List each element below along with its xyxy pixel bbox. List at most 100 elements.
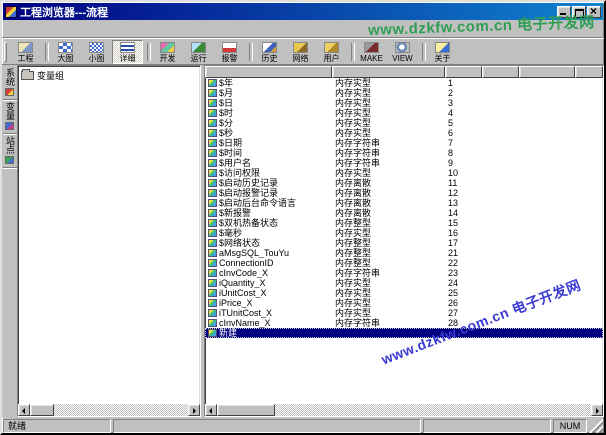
table-row[interactable]: $启动后台命令语言 内存离散 13 bbox=[205, 198, 603, 208]
scroll-right-icon[interactable] bbox=[188, 404, 200, 416]
sidebar-tab[interactable]: 变量 bbox=[3, 100, 17, 134]
toolbar-button[interactable]: 网络 bbox=[285, 40, 316, 64]
menu-item[interactable] bbox=[60, 29, 74, 31]
variable-icon bbox=[208, 109, 217, 117]
scrollbar-thumb[interactable] bbox=[217, 404, 275, 416]
menu-item[interactable] bbox=[18, 29, 32, 31]
resize-grip[interactable] bbox=[589, 419, 603, 433]
variable-type: 内存实型 bbox=[332, 298, 445, 308]
variable-icon bbox=[208, 179, 217, 187]
toolbar-button[interactable]: VIEW bbox=[387, 40, 418, 64]
table-row[interactable]: iQuantity_X 内存实型 24 bbox=[205, 278, 603, 288]
table-row[interactable]: $访问权限 内存实型 10 bbox=[205, 168, 603, 178]
table-row[interactable]: $启动历史记录 内存离散 11 bbox=[205, 178, 603, 188]
variable-name: iQuantity_X bbox=[219, 278, 266, 288]
variable-name: $毫秒 bbox=[219, 228, 242, 238]
table-row[interactable]: cInvName_X 内存字符串 28 bbox=[205, 318, 603, 328]
variable-id: 26 bbox=[445, 298, 482, 308]
toolbar-button-label: 详细 bbox=[120, 54, 136, 63]
table-row[interactable]: $月 内存实型 2 bbox=[205, 88, 603, 98]
variable-type: 内存离散 bbox=[332, 178, 445, 188]
toolbar-button[interactable]: 小图 bbox=[81, 40, 112, 64]
menu-item[interactable] bbox=[46, 29, 60, 31]
tree-horizontal-scrollbar[interactable] bbox=[18, 404, 200, 416]
scroll-left-icon[interactable] bbox=[18, 404, 30, 416]
close-button[interactable] bbox=[587, 6, 601, 18]
variable-icon bbox=[208, 139, 217, 147]
column-header[interactable] bbox=[519, 66, 575, 78]
table-row[interactable]: $日期 内存字符串 7 bbox=[205, 138, 603, 148]
variable-name: $启动报警记录 bbox=[219, 188, 278, 198]
scroll-right-icon[interactable] bbox=[591, 404, 603, 416]
minimize-button[interactable] bbox=[557, 6, 571, 18]
variable-list-panel: $年 内存实型 1 $月 内存实型 2 $日 bbox=[204, 65, 604, 417]
tree-item-variable-group[interactable]: 变量组 bbox=[19, 68, 199, 83]
variable-id: 6 bbox=[445, 128, 482, 138]
toolbar-button[interactable]: 用户 bbox=[316, 40, 347, 64]
variable-id: 10 bbox=[445, 168, 482, 178]
about-icon bbox=[435, 42, 450, 53]
toolbar-button[interactable]: 工程 bbox=[10, 40, 41, 64]
table-row[interactable]: $日 内存实型 3 bbox=[205, 98, 603, 108]
column-header[interactable] bbox=[575, 66, 603, 78]
variable-id: 28 bbox=[445, 318, 482, 328]
column-header[interactable] bbox=[445, 66, 482, 78]
toolbar-button[interactable]: 关于 bbox=[427, 40, 458, 64]
table-row[interactable]: $新报警 内存离散 14 bbox=[205, 208, 603, 218]
column-header[interactable] bbox=[482, 66, 519, 78]
column-header[interactable] bbox=[332, 66, 445, 78]
history-icon bbox=[262, 42, 277, 53]
left-tab-strip: 系统 变量 站点 bbox=[2, 65, 17, 417]
toolbar-gripper[interactable] bbox=[4, 42, 7, 62]
variables-icon bbox=[5, 122, 14, 130]
table-row[interactable]: iPrice_X 内存实型 26 bbox=[205, 298, 603, 308]
variable-name: $访问权限 bbox=[219, 168, 260, 178]
table-row[interactable]: $时间 内存字符串 8 bbox=[205, 148, 603, 158]
table-row[interactable]: 新建 bbox=[205, 328, 603, 338]
table-row[interactable]: $双机热备状态 内存整型 15 bbox=[205, 218, 603, 228]
table-row[interactable]: iTUnitCost_X 内存实型 27 bbox=[205, 308, 603, 318]
toolbar-button[interactable]: 详细 bbox=[112, 40, 143, 64]
list-horizontal-scrollbar[interactable] bbox=[205, 404, 603, 416]
variable-name: aMsgSQL_TouYu bbox=[219, 248, 289, 258]
variable-icon bbox=[208, 149, 217, 157]
variable-name: $双机热备状态 bbox=[219, 218, 278, 228]
toolbar-button-label: 用户 bbox=[324, 54, 340, 63]
table-row[interactable]: ConnectionID 内存整型 22 bbox=[205, 258, 603, 268]
table-row[interactable]: $启动报警记录 内存离散 12 bbox=[205, 188, 603, 198]
table-row[interactable]: $用户名 内存字符串 9 bbox=[205, 158, 603, 168]
variable-name: $月 bbox=[219, 88, 233, 98]
table-row[interactable]: $秒 内存实型 6 bbox=[205, 128, 603, 138]
menu-item[interactable] bbox=[4, 29, 18, 31]
toolbar-button[interactable]: 大图 bbox=[50, 40, 81, 64]
column-header[interactable] bbox=[205, 66, 332, 78]
toolbar-button-label: 关于 bbox=[435, 54, 451, 63]
toolbar-button[interactable]: 运行 bbox=[183, 40, 214, 64]
toolbar-button[interactable]: 报警 bbox=[214, 40, 245, 64]
table-row[interactable]: iUnitCost_X 内存实型 25 bbox=[205, 288, 603, 298]
details-icon bbox=[120, 42, 135, 53]
sidebar-tab[interactable]: 系统 bbox=[3, 66, 17, 100]
variable-name: iPrice_X bbox=[219, 298, 253, 308]
maximize-button[interactable] bbox=[572, 6, 586, 18]
scrollbar-thumb[interactable] bbox=[30, 404, 54, 416]
table-row[interactable]: $分 内存实型 5 bbox=[205, 118, 603, 128]
variable-id: 2 bbox=[445, 88, 482, 98]
variable-name: $时间 bbox=[219, 148, 242, 158]
menu-item[interactable] bbox=[32, 29, 46, 31]
sidebar-tab[interactable]: 站点 bbox=[3, 134, 17, 168]
table-row[interactable]: $毫秒 内存实型 16 bbox=[205, 228, 603, 238]
toolbar-button[interactable]: 历史 bbox=[254, 40, 285, 64]
toolbar-button[interactable]: MAKE bbox=[356, 40, 387, 64]
table-row[interactable]: aMsgSQL_TouYu 内存整型 21 bbox=[205, 248, 603, 258]
table-row[interactable]: $时 内存实型 4 bbox=[205, 108, 603, 118]
table-row[interactable]: $网络状态 内存整型 17 bbox=[205, 238, 603, 248]
table-row[interactable]: cInvCode_X 内存字符串 23 bbox=[205, 268, 603, 278]
variable-id: 24 bbox=[445, 278, 482, 288]
system-icon bbox=[5, 88, 14, 96]
scroll-left-icon[interactable] bbox=[205, 404, 217, 416]
toolbar-button-label: 历史 bbox=[262, 54, 278, 63]
toolbar-button[interactable]: 开发 bbox=[152, 40, 183, 64]
table-row[interactable]: $年 内存实型 1 bbox=[205, 78, 603, 88]
toolbar-button-label: 开发 bbox=[160, 54, 176, 63]
